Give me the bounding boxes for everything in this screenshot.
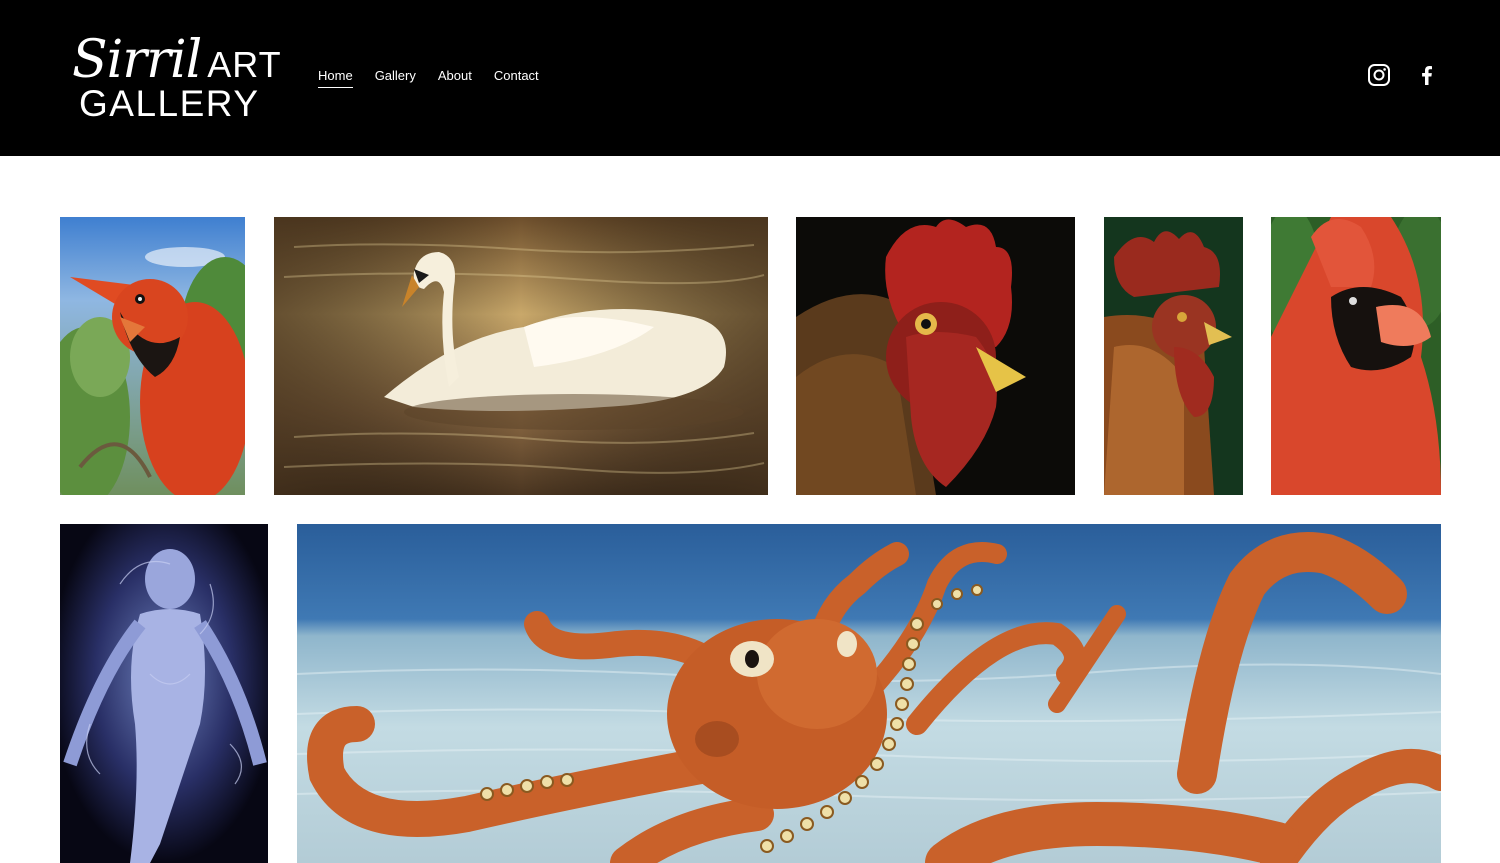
facebook-icon[interactable] <box>1415 63 1439 87</box>
logo-art-text: ART <box>207 44 282 85</box>
logo-gallery-text: GALLERY <box>79 83 260 124</box>
logo-script-text: Sirril <box>72 30 202 90</box>
main-nav: Home Gallery About Contact <box>318 67 561 88</box>
figure-painting[interactable] <box>60 524 268 863</box>
octopus-painting[interactable] <box>297 524 1441 863</box>
nav-contact[interactable]: Contact <box>494 67 539 85</box>
rooster-painting[interactable] <box>796 217 1075 495</box>
nav-home[interactable]: Home <box>318 67 353 88</box>
site-logo[interactable]: Sirril ART GALLERY <box>72 30 281 125</box>
instagram-icon[interactable] <box>1367 63 1391 87</box>
rooster-profile-painting[interactable] <box>1104 217 1243 495</box>
site-header: Sirril ART GALLERY Home Gallery About Con… <box>0 0 1500 156</box>
swan-painting[interactable] <box>274 217 768 495</box>
nav-about[interactable]: About <box>438 67 472 85</box>
nav-gallery[interactable]: Gallery <box>375 67 416 85</box>
cardinal-painting[interactable] <box>60 217 245 495</box>
cardinal-closeup-painting[interactable] <box>1271 217 1441 495</box>
